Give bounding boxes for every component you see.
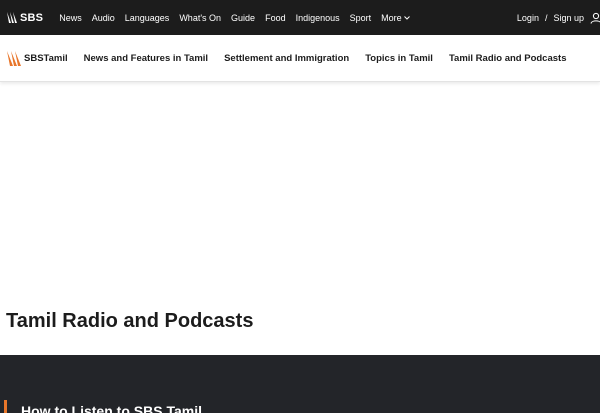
tamil-logo-prefix: SBS <box>24 52 44 64</box>
nav-audio[interactable]: Audio <box>92 13 115 23</box>
section-heading: How to Listen to SBS Tamil <box>4 400 202 413</box>
sbs-sunburst-icon <box>7 12 17 23</box>
page-title: Tamil Radio and Podcasts <box>6 310 254 332</box>
subnav-settlement-immigration[interactable]: Settlement and Immigration <box>224 53 349 64</box>
nav-news[interactable]: News <box>59 13 82 23</box>
subnav-topics[interactable]: Topics in Tamil <box>365 53 433 64</box>
sbs-tamil-logo[interactable]: SBS Tamil <box>6 50 68 67</box>
listen-section: How to Listen to SBS Tamil <box>0 355 600 413</box>
nav-food[interactable]: Food <box>265 13 286 23</box>
nav-sport[interactable]: Sport <box>350 13 372 23</box>
subnav-radio-podcasts[interactable]: Tamil Radio and Podcasts <box>449 53 567 64</box>
global-nav: News Audio Languages What's On Guide Foo… <box>59 13 419 23</box>
login-link[interactable]: Login <box>517 13 539 23</box>
tamil-logo-suffix: Tamil <box>43 52 68 64</box>
signup-link[interactable]: Sign up <box>553 13 584 23</box>
subnav-news-features[interactable]: News and Features in Tamil <box>84 53 208 64</box>
nav-languages[interactable]: Languages <box>125 13 170 23</box>
nav-guide[interactable]: Guide <box>231 13 255 23</box>
nav-indigenous[interactable]: Indigenous <box>296 13 340 23</box>
global-header: SBS News Audio Languages What's On Guide… <box>0 0 600 35</box>
nav-whats-on[interactable]: What's On <box>179 13 221 23</box>
chevron-down-icon <box>403 15 410 20</box>
auth-links: Login / Sign up <box>517 0 600 35</box>
sbs-logo-text: SBS <box>20 11 44 24</box>
sbs-sunburst-icon <box>7 50 21 66</box>
auth-divider: / <box>544 12 548 23</box>
user-icon[interactable] <box>590 12 600 24</box>
nav-more-button[interactable]: More <box>381 13 410 23</box>
nav-more-label: More <box>381 12 402 23</box>
program-header: SBS Tamil News and Features in Tamil Set… <box>0 35 600 82</box>
sbs-logo[interactable]: SBS <box>6 11 43 24</box>
